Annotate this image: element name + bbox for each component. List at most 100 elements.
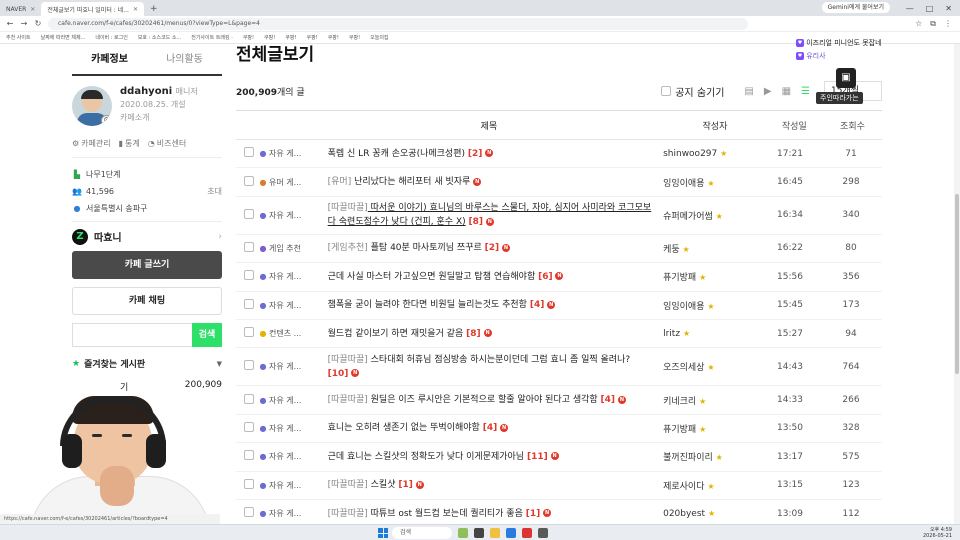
- bookmark-item[interactable]: 쿠팡!: [328, 34, 339, 41]
- cafe-intro-link[interactable]: 카페소개: [120, 112, 198, 123]
- bookmark-item[interactable]: 쿠팡!: [306, 34, 317, 41]
- bizcenter-link[interactable]: ◔ 비즈센터: [148, 138, 186, 149]
- author-cell[interactable]: 퓨기방패 ★: [653, 422, 760, 435]
- manager-name[interactable]: ddahyoni: [120, 86, 172, 97]
- comment-count[interactable]: [4]: [530, 300, 545, 310]
- album-view-icon[interactable]: ▤: [744, 86, 753, 97]
- checkbox[interactable]: [244, 270, 254, 281]
- comment-count[interactable]: [11]: [527, 452, 548, 462]
- board-link[interactable]: ● 컨텐츠 ...: [260, 328, 318, 339]
- scrollbar-thumb[interactable]: [955, 194, 959, 374]
- url-field[interactable]: cafe.naver.com/f-e/cafes/30202461/menus/…: [48, 17, 748, 30]
- table-row[interactable]: ● 자유 게... [따끌따끌] 따서운 이야기) 효니님의 바루스는 스물더,…: [236, 197, 882, 235]
- bookmark-item[interactable]: 쿠팡!: [285, 34, 296, 41]
- table-row[interactable]: ● 자유 게... 근데 효니는 스킬샷의 정확도가 낮다 이게문제가아님 [1…: [236, 443, 882, 472]
- new-tab-icon[interactable]: +: [144, 2, 164, 16]
- video-view-icon[interactable]: ▶: [764, 86, 772, 97]
- app-icon[interactable]: [474, 528, 484, 538]
- article-title-link[interactable]: 스킬샷: [368, 480, 396, 490]
- author-cell[interactable]: 020byest ★: [653, 509, 760, 519]
- checkbox[interactable]: [244, 147, 254, 158]
- forward-icon[interactable]: →: [20, 19, 28, 28]
- row-select[interactable]: [236, 241, 260, 255]
- start-icon[interactable]: [378, 528, 388, 538]
- checkbox[interactable]: [244, 175, 254, 186]
- tab-cafe-info[interactable]: 카페정보: [72, 44, 147, 74]
- table-row[interactable]: ● 컨텐츠 ... 월드컵 같이보기 하면 재밋을거 같음 [8] N lrit…: [236, 320, 882, 349]
- board-link[interactable]: ● 자유 게...: [260, 210, 318, 221]
- article-title-link[interactable]: 플탐 40분 마사토끼님 쯔꾸르: [368, 243, 482, 253]
- checkbox[interactable]: [244, 360, 254, 371]
- article-title-link[interactable]: 근데 효니는 스킬샷의 정확도가 낮다 이게문제가아님: [328, 452, 524, 462]
- search-button[interactable]: 검색: [192, 323, 222, 347]
- scrollbar[interactable]: [954, 44, 960, 524]
- folder-icon[interactable]: [490, 528, 500, 538]
- board-link[interactable]: ● 자유 게...: [260, 300, 318, 311]
- article-title-link[interactable]: 스타대회 허휴님 점심방송 하시는분이던데 그럼 효니 좀 일찍 올려나?: [368, 355, 631, 365]
- cafe-level[interactable]: ▙ 나무1단계: [72, 166, 222, 183]
- bookmark-item[interactable]: 보호 : 소스코드 소...: [138, 34, 181, 41]
- row-select[interactable]: [236, 298, 260, 312]
- invite-link[interactable]: 초대: [207, 186, 222, 197]
- hide-notice-toggle[interactable]: 공지 숨기기: [661, 84, 724, 99]
- table-row[interactable]: ● 자유 게... [따끌따끌] 스킬샷 [1] N 제로사이다 ★ 13:15…: [236, 472, 882, 500]
- bookmark-item[interactable]: 쿠팡!: [243, 34, 254, 41]
- tab-my-activity[interactable]: 나의활동: [147, 44, 222, 74]
- table-row[interactable]: ● 게임 추천 [게임추천] 플탐 40분 마사토끼님 쯔꾸르 [2] N 케둥…: [236, 235, 882, 264]
- settings-icon[interactable]: ⚙: [101, 115, 112, 126]
- comment-count[interactable]: [1]: [398, 480, 413, 490]
- close-icon[interactable]: ✕: [133, 6, 138, 13]
- cafe-manage-link[interactable]: ⚙ 카페관리: [72, 138, 111, 149]
- extension-icon[interactable]: ⧉: [930, 19, 936, 29]
- table-row[interactable]: ● 자유 게... [따끌따끌] 스타대회 허휴님 점심방송 하시는분이던데 그…: [236, 348, 882, 387]
- board-link[interactable]: ● 자유 게...: [260, 423, 318, 434]
- bookmark-item[interactable]: 날짜에 따라면 체제...: [41, 34, 86, 41]
- avatar[interactable]: ⚙: [72, 86, 112, 126]
- app-icon[interactable]: [458, 528, 468, 538]
- row-select[interactable]: [236, 208, 260, 222]
- table-row[interactable]: ● 유머 게... [유머] 난리났다는 해리포터 새 빗자루 N 잉잉이애용 …: [236, 168, 882, 197]
- board-link[interactable]: ● 자유 게...: [260, 271, 318, 282]
- table-row[interactable]: ● 자유 게... 효니는 오히려 생존기 없는 뚜벅이해야함 [4] N 퓨기…: [236, 415, 882, 444]
- taskbar-search[interactable]: 검색: [392, 527, 452, 539]
- bookmark-item[interactable]: 쿠팡!: [264, 34, 275, 41]
- row-select[interactable]: [236, 360, 260, 373]
- system-clock[interactable]: 오후 4:59 2026-05-21: [923, 527, 952, 539]
- article-title-link[interactable]: 효니는 오히려 생존기 없는 뚜벅이해야함: [328, 423, 480, 433]
- author-cell[interactable]: 제로사이다 ★: [653, 479, 760, 492]
- author-cell[interactable]: 퓨기방패 ★: [653, 270, 760, 283]
- article-title-link[interactable]: 폭렙 신 LR 꽁캐 손오공(나메크성편): [328, 149, 465, 159]
- bookmark-item[interactable]: 쿠팡!: [349, 34, 360, 41]
- cafe-chat-button[interactable]: 카페 채팅: [72, 287, 222, 315]
- close-icon[interactable]: ✕: [30, 6, 35, 13]
- cafe-search-input[interactable]: [72, 323, 192, 347]
- member-count[interactable]: 👥 41,596 초대: [72, 183, 222, 200]
- comment-count[interactable]: [10]: [328, 369, 349, 379]
- author-cell[interactable]: 키네크리 ★: [653, 394, 760, 407]
- article-title-link[interactable]: 따튜브 ost 월드컵 보는데 퀄리티가 좋음: [368, 509, 523, 519]
- row-select[interactable]: [236, 327, 260, 340]
- author-cell[interactable]: 슈퍼메가어썸 ★: [653, 209, 760, 222]
- author-cell[interactable]: 케둥 ★: [653, 242, 760, 255]
- bookmark-item[interactable]: 추천 사이트: [6, 34, 31, 41]
- article-title-link[interactable]: 월드컵 같이보기 하면 재밋을거 같음: [328, 329, 464, 339]
- board-link[interactable]: ● 자유 게...: [260, 508, 318, 519]
- menu-icon[interactable]: ⋮: [944, 19, 952, 29]
- comment-count[interactable]: [1]: [526, 509, 541, 519]
- author-cell[interactable]: shinwoo297 ★: [653, 149, 760, 159]
- article-title-link[interactable]: 챔폭을 굳이 늘려야 한다면 비원딜 늘리는것도 추천함: [328, 300, 527, 310]
- board-link[interactable]: ● 자유 게...: [260, 480, 318, 491]
- board-link[interactable]: ● 게임 추천: [260, 243, 318, 254]
- checkbox[interactable]: [244, 327, 254, 338]
- star-icon[interactable]: ☆: [915, 19, 922, 29]
- list-view-icon[interactable]: ☰: [801, 86, 810, 97]
- card-view-icon[interactable]: ▦: [782, 86, 791, 97]
- comment-count[interactable]: [2]: [485, 243, 500, 253]
- reload-icon[interactable]: ↻: [34, 19, 42, 28]
- comment-count[interactable]: [4]: [601, 395, 616, 405]
- comment-count[interactable]: [6]: [538, 272, 553, 282]
- checkbox[interactable]: [244, 298, 254, 309]
- favorite-boards-header[interactable]: ★ 즐겨찾는 게시판 ▼: [72, 357, 222, 371]
- write-post-button[interactable]: 카페 글쓰기: [72, 251, 222, 279]
- board-link[interactable]: ● 자유 게...: [260, 395, 318, 406]
